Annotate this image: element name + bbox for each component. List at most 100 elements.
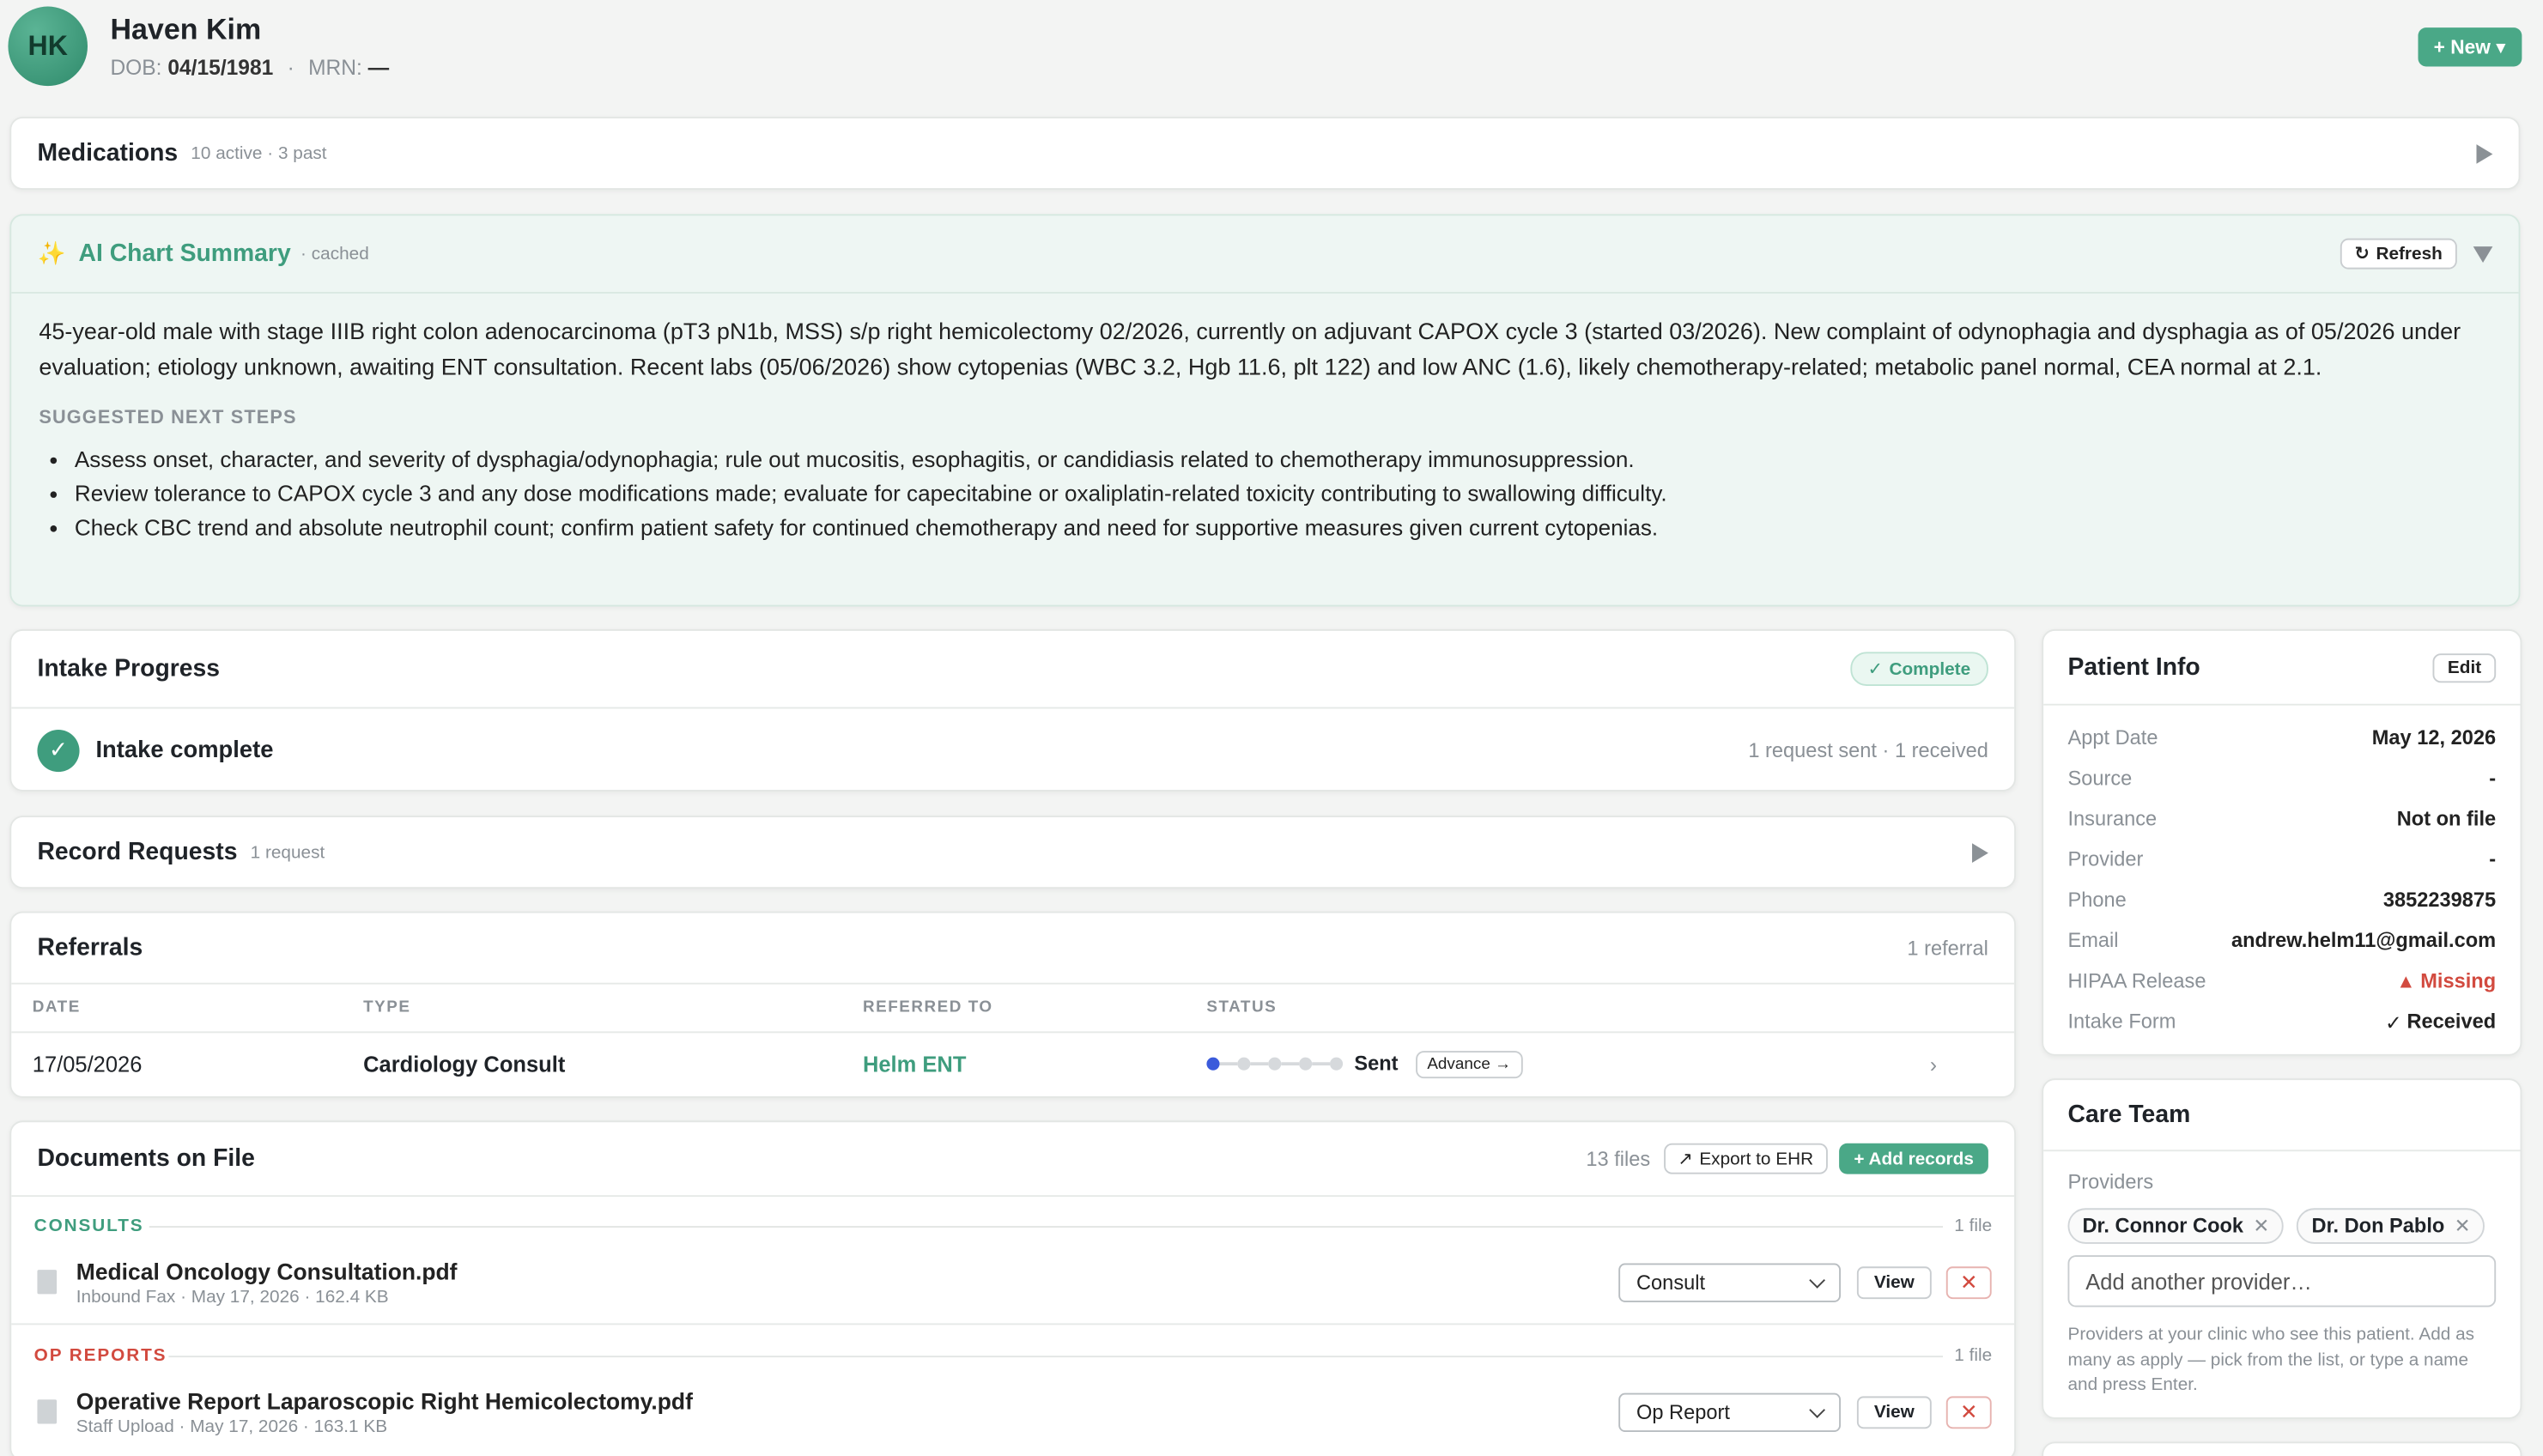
provider-chip[interactable]: Dr. Connor Cook ✕ — [2067, 1208, 2285, 1244]
avatar-initials: HK — [27, 29, 68, 61]
info-row-hipaa: HIPAA Release ▲ Missing — [2067, 965, 2496, 998]
intake-status-row: ✓ Intake complete 1 request sent · 1 rec… — [11, 708, 2014, 789]
view-button[interactable]: View — [1856, 1266, 1932, 1300]
provider-chip[interactable]: Dr. Don Pablo ✕ — [2297, 1208, 2485, 1244]
next-steps-list: Assess onset, character, and severity of… — [39, 442, 2491, 545]
document-name[interactable]: Medical Oncology Consultation.pdf — [76, 1259, 458, 1284]
ai-summary-panel: ✨ AI Chart Summary · cached ↻ Refresh 45… — [9, 214, 2521, 607]
add-provider-input[interactable]: Add another provider… — [2067, 1255, 2497, 1307]
referral-date: 17/05/2026 — [32, 1052, 143, 1077]
file-icon — [37, 1270, 58, 1295]
provider-name: Dr. Connor Cook — [2082, 1214, 2244, 1238]
column-header-status: STATUS — [1206, 998, 1278, 1017]
section-label-consults: CONSULTS — [33, 1216, 144, 1236]
info-row-source: Source - — [2067, 762, 2496, 795]
care-team-panel: Care Team Providers Dr. Connor Cook ✕ Dr… — [2042, 1078, 2522, 1419]
referrals-header: Referrals 1 referral — [11, 913, 2015, 985]
info-value: - — [2489, 847, 2497, 871]
ai-summary-header[interactable]: ✨ AI Chart Summary · cached ↻ Refresh — [11, 215, 2519, 294]
section-count: 1 file — [1954, 1345, 1993, 1366]
document-category-select[interactable]: Consult — [1618, 1263, 1842, 1302]
email-link[interactable]: andrew.helm11@gmail.com — [2231, 929, 2496, 951]
next-steps-heading: SUGGESTED NEXT STEPS — [39, 409, 297, 428]
intake-status: Intake complete — [95, 737, 274, 763]
expand-caret-icon[interactable] — [2476, 143, 2493, 163]
document-meta: Inbound Fax · May 17, 2026 · 162.4 KB — [76, 1287, 389, 1307]
section-count: 1 file — [1954, 1216, 1993, 1236]
avatar: HK — [8, 6, 88, 87]
referrals-count: 1 referral — [1907, 936, 1988, 960]
status-step-dot — [1206, 1057, 1220, 1071]
refresh-button[interactable]: ↻ Refresh — [2340, 238, 2457, 270]
info-label: Email — [2067, 929, 2119, 952]
document-name[interactable]: Operative Report Laparoscopic Right Hemi… — [76, 1388, 693, 1414]
export-to-ehr-button[interactable]: ↗ Export to EHR — [1663, 1143, 1829, 1174]
collapse-caret-icon[interactable] — [2473, 246, 2493, 263]
export-label: Export to EHR — [1699, 1149, 1814, 1169]
documents-count: 13 files — [1586, 1147, 1651, 1170]
meta-separator: · — [287, 55, 294, 80]
step-connector — [1281, 1062, 1300, 1066]
sparkle-icon: ✨ — [37, 240, 66, 266]
referral-destination-link[interactable]: Helm ENT — [863, 1052, 966, 1076]
step-connector — [1219, 1062, 1238, 1066]
check-icon: ✓ — [2384, 1010, 2402, 1034]
advance-button[interactable]: Advance → — [1416, 1050, 1523, 1078]
remove-document-button[interactable]: ✕ — [1945, 1396, 1992, 1429]
status-step-dot — [1299, 1057, 1313, 1071]
new-button[interactable]: + New ▾ — [2417, 27, 2522, 67]
dob-label: DOB: — [110, 55, 162, 80]
refresh-label: Refresh — [2376, 244, 2443, 264]
provider-chips: Dr. Connor Cook ✕ Dr. Don Pablo ✕ — [2067, 1208, 2485, 1244]
patient-info-panel: Patient Info Edit Appt Date May 12, 2026… — [2042, 628, 2522, 1056]
record-requests-subtitle: 1 request — [250, 842, 325, 863]
info-label: Provider — [2067, 847, 2144, 871]
ai-summary-status: · cached — [300, 244, 369, 264]
remove-icon[interactable]: ✕ — [2455, 1215, 2471, 1237]
patient-chart-page: HK Haven Kim DOB: 04/15/1981 · MRN: — + … — [0, 0, 2543, 1456]
status-step-dot — [1268, 1057, 1282, 1071]
info-label: Intake Form — [2067, 1010, 2176, 1034]
edit-button[interactable]: Edit — [2432, 652, 2497, 682]
patient-meta: DOB: 04/15/1981 · MRN: — — [110, 55, 389, 79]
record-requests-panel[interactable]: Record Requests 1 request — [9, 816, 2017, 889]
info-row-phone: Phone 3852239875 — [2067, 884, 2496, 917]
document-meta: Staff Upload · May 17, 2026 · 163.1 KB — [76, 1417, 388, 1437]
phone-link[interactable]: 3852239875 — [2383, 889, 2496, 911]
remove-icon[interactable]: ✕ — [2253, 1215, 2269, 1237]
intake-progress-panel: Intake Progress ✓ Complete ✓ Intake comp… — [9, 628, 2017, 792]
remove-document-button[interactable]: ✕ — [1945, 1266, 1992, 1300]
patient-name: Haven Kim — [110, 13, 262, 46]
category-value: Consult — [1636, 1271, 1706, 1295]
info-value: Missing — [2420, 969, 2497, 993]
expand-caret-icon[interactable] — [1972, 842, 1988, 863]
column-header-date: DATE — [32, 998, 81, 1017]
chevron-down-icon — [1809, 1271, 1825, 1288]
info-row-email: Email andrew.helm11@gmail.com — [2067, 925, 2496, 957]
column-header-type: TYPE — [363, 998, 411, 1017]
column-header-referred-to: REFERRED TO — [862, 998, 993, 1017]
intake-form-status: ✓ Received — [2385, 1010, 2496, 1034]
view-button[interactable]: View — [1856, 1396, 1932, 1429]
info-label: Insurance — [2067, 807, 2158, 831]
document-category-select[interactable]: Op Report — [1618, 1392, 1842, 1432]
hipaa-status: ▲ Missing — [2396, 970, 2496, 992]
info-row-appt-date: Appt Date May 12, 2026 — [2067, 722, 2496, 755]
info-row-insurance: Insurance Not on file — [2067, 803, 2496, 835]
add-records-button[interactable]: + Add records — [1839, 1143, 1988, 1174]
row-chevron-icon[interactable]: › — [1930, 1052, 1937, 1076]
record-requests-title: Record Requests — [37, 838, 238, 866]
status-step-dot — [1329, 1057, 1344, 1071]
care-team-help-text: Providers at your clinic who see this pa… — [2067, 1325, 2475, 1395]
info-label: Phone — [2067, 889, 2127, 912]
medications-subtitle: 10 active · 3 past — [191, 143, 327, 163]
table-row[interactable]: 17/05/2026 Cardiology Consult Helm ENT S… — [9, 1033, 2016, 1095]
intake-header: Intake Progress ✓ Complete — [11, 631, 2015, 709]
patient-info-title: Patient Info — [2067, 653, 2200, 682]
status-step-dot — [1237, 1057, 1251, 1071]
next-step-item: Review tolerance to CAPOX cycle 3 and an… — [75, 476, 2491, 511]
intake-title: Intake Progress — [37, 655, 221, 683]
patient-info-header: Patient Info Edit — [2043, 631, 2521, 706]
next-step-item: Check CBC trend and absolute neutrophil … — [75, 511, 2491, 545]
medications-panel[interactable]: Medications 10 active · 3 past — [9, 117, 2521, 191]
